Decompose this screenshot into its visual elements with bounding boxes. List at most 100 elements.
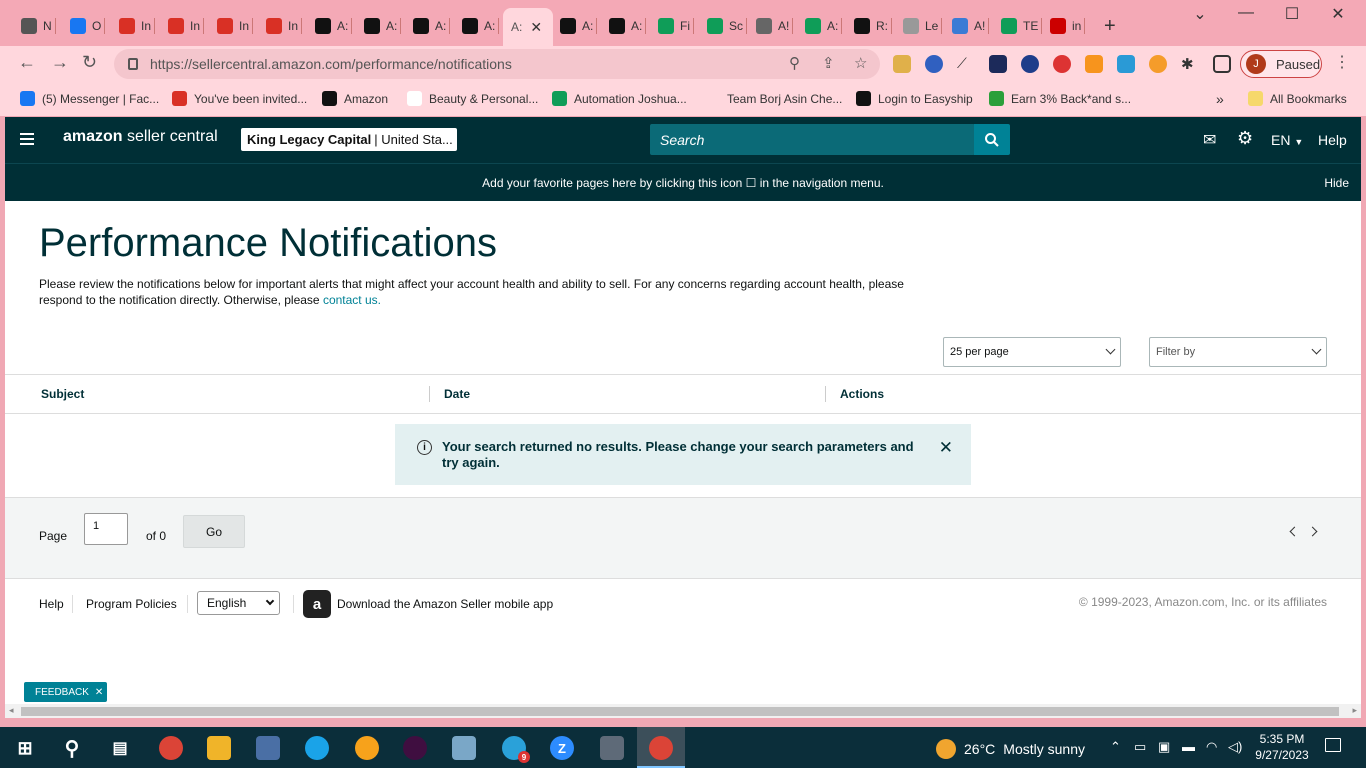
hide-button[interactable]: Hide xyxy=(1324,176,1349,190)
help-link[interactable]: Help xyxy=(1318,132,1347,148)
browser-tab[interactable]: In xyxy=(266,13,303,39)
task-view-icon[interactable]: ▤ xyxy=(108,736,132,760)
app-icon[interactable] xyxy=(452,736,476,760)
profile-button[interactable]: J Paused xyxy=(1240,50,1322,78)
bookmark-item[interactable]: Team Borj Asin Che... xyxy=(705,91,842,106)
share-icon[interactable]: ⇪ xyxy=(822,54,835,72)
app-icon[interactable] xyxy=(256,736,280,760)
reload-icon[interactable]: ↻ xyxy=(82,52,97,73)
browser-tab[interactable]: In xyxy=(217,13,254,39)
per-page-select[interactable]: 25 per page xyxy=(943,337,1121,367)
browser-tab[interactable]: In xyxy=(119,13,156,39)
search-icon[interactable]: ⚲ xyxy=(60,736,84,760)
download-app-link[interactable]: Download the Amazon Seller mobile app xyxy=(337,597,553,611)
browser-tab[interactable]: A: xyxy=(364,13,402,39)
browser-tab[interactable]: R: xyxy=(854,13,892,39)
seller-central-logo[interactable]: amazon seller central xyxy=(63,128,218,146)
column-date[interactable]: Date xyxy=(444,387,470,401)
vpn-icon[interactable] xyxy=(355,736,379,760)
extension-icon[interactable] xyxy=(1085,55,1103,73)
bookmark-item[interactable]: Earn 3% Back*and s... xyxy=(989,91,1131,106)
search-button[interactable] xyxy=(974,124,1010,155)
extension-icon[interactable] xyxy=(893,55,911,73)
close-icon[interactable]: ✕ xyxy=(95,687,103,698)
maximize-icon[interactable]: ☐ xyxy=(1277,4,1307,24)
address-bar[interactable]: https://sellercentral.amazon.com/perform… xyxy=(114,49,880,79)
slack-icon[interactable] xyxy=(403,736,427,760)
extension-icon[interactable] xyxy=(989,55,1007,73)
all-bookmarks[interactable]: All Bookmarks xyxy=(1248,91,1347,106)
browser-tab[interactable]: Fi xyxy=(658,13,694,39)
extension-icon[interactable] xyxy=(1053,55,1071,73)
edge-icon[interactable] xyxy=(305,736,329,760)
chrome-active-window[interactable] xyxy=(637,727,685,768)
browser-tab[interactable]: A: xyxy=(805,13,843,39)
zoom-app-icon[interactable]: Z xyxy=(550,736,574,760)
next-page-icon[interactable] xyxy=(1307,526,1318,537)
volume-icon[interactable]: ◁) xyxy=(1228,739,1242,755)
back-icon[interactable]: ← xyxy=(18,52,36,73)
extension-icon[interactable] xyxy=(925,55,943,73)
extension-icon[interactable] xyxy=(1149,55,1167,73)
program-policies-link[interactable]: Program Policies xyxy=(86,597,177,611)
browser-tab[interactable]: A: xyxy=(315,13,353,39)
browser-tab[interactable]: O xyxy=(70,13,106,39)
bookmark-item[interactable]: Amazon xyxy=(322,91,388,106)
active-tab[interactable]: A: ✕ xyxy=(503,8,553,46)
bookmark-item[interactable]: Login to Easyship xyxy=(856,91,973,106)
puzzle-icon[interactable]: ✱ xyxy=(1181,55,1199,73)
extension-icon[interactable] xyxy=(1117,55,1135,73)
tray-meet-icon[interactable]: ▭ xyxy=(1134,739,1146,755)
telegram-icon[interactable]: 9 xyxy=(502,736,530,763)
zoom-icon[interactable]: ⚲ xyxy=(789,54,800,72)
hamburger-menu-icon[interactable] xyxy=(20,133,34,148)
browser-tab[interactable]: A! xyxy=(756,13,794,39)
bookmark-item[interactable]: (5) Messenger | Fac... xyxy=(20,91,159,106)
browser-tab[interactable]: A: xyxy=(413,13,451,39)
browser-tab[interactable]: A: xyxy=(462,13,500,39)
new-tab-icon[interactable]: + xyxy=(1104,15,1116,38)
page-number-input[interactable]: 1 xyxy=(84,513,128,545)
go-button[interactable]: Go xyxy=(183,515,245,548)
mail-icon[interactable]: ✉ xyxy=(1203,130,1216,150)
chrome-icon[interactable] xyxy=(159,736,183,760)
url-text[interactable]: https://sellercentral.amazon.com/perform… xyxy=(150,56,512,72)
windows-start-icon[interactable]: ⊞ xyxy=(13,736,37,760)
tray-app-icon[interactable]: ▣ xyxy=(1158,739,1170,755)
search-input[interactable]: Search xyxy=(650,124,975,155)
forward-icon[interactable]: → xyxy=(51,52,69,73)
browser-tab[interactable]: TE xyxy=(1001,13,1043,39)
scroll-left-icon[interactable]: ◂ xyxy=(9,705,14,716)
column-subject[interactable]: Subject xyxy=(41,387,84,401)
contact-us-link[interactable]: contact us. xyxy=(323,293,381,307)
lock-icon[interactable] xyxy=(128,58,138,70)
language-select[interactable]: English xyxy=(197,591,280,615)
side-panel-icon[interactable] xyxy=(1213,55,1231,73)
amazon-app-icon[interactable]: a xyxy=(303,590,331,618)
wifi-icon[interactable]: ◠ xyxy=(1206,739,1217,755)
notification-center-icon[interactable] xyxy=(1325,738,1341,752)
bookmark-item[interactable]: Beauty & Personal... xyxy=(407,91,538,106)
tab-search-chevron-icon[interactable]: ⌄ xyxy=(1185,4,1215,24)
close-icon[interactable]: ✕ xyxy=(939,438,953,458)
extension-icon[interactable] xyxy=(1021,55,1039,73)
browser-tab[interactable]: A: xyxy=(609,13,647,39)
browser-tab[interactable]: Le xyxy=(903,13,943,39)
browser-tab[interactable]: In xyxy=(168,13,205,39)
menu-dots-icon[interactable]: ⋮ xyxy=(1334,52,1350,72)
browser-tab[interactable]: A: xyxy=(560,13,598,39)
horizontal-scrollbar[interactable]: ◂ ▸ xyxy=(5,704,1361,718)
extension-icon[interactable]: ⟋ xyxy=(957,55,975,73)
calculator-icon[interactable] xyxy=(600,736,624,760)
bookmark-item[interactable]: Automation Joshua... xyxy=(552,91,687,106)
close-tab-icon[interactable]: ✕ xyxy=(530,19,542,36)
bookmark-star-icon[interactable]: ☆ xyxy=(854,54,867,72)
tray-chevron-up-icon[interactable]: ⌃ xyxy=(1110,739,1121,755)
language-selector[interactable]: EN ▼ xyxy=(1271,132,1303,148)
browser-tab[interactable]: N xyxy=(21,13,56,39)
more-bookmarks-icon[interactable]: » xyxy=(1216,91,1224,107)
scroll-right-icon[interactable]: ▸ xyxy=(1352,705,1357,716)
browser-tab[interactable]: Sc xyxy=(707,13,748,39)
file-explorer-icon[interactable] xyxy=(207,736,231,760)
weather-widget[interactable]: 26°C Mostly sunny xyxy=(936,739,1085,759)
